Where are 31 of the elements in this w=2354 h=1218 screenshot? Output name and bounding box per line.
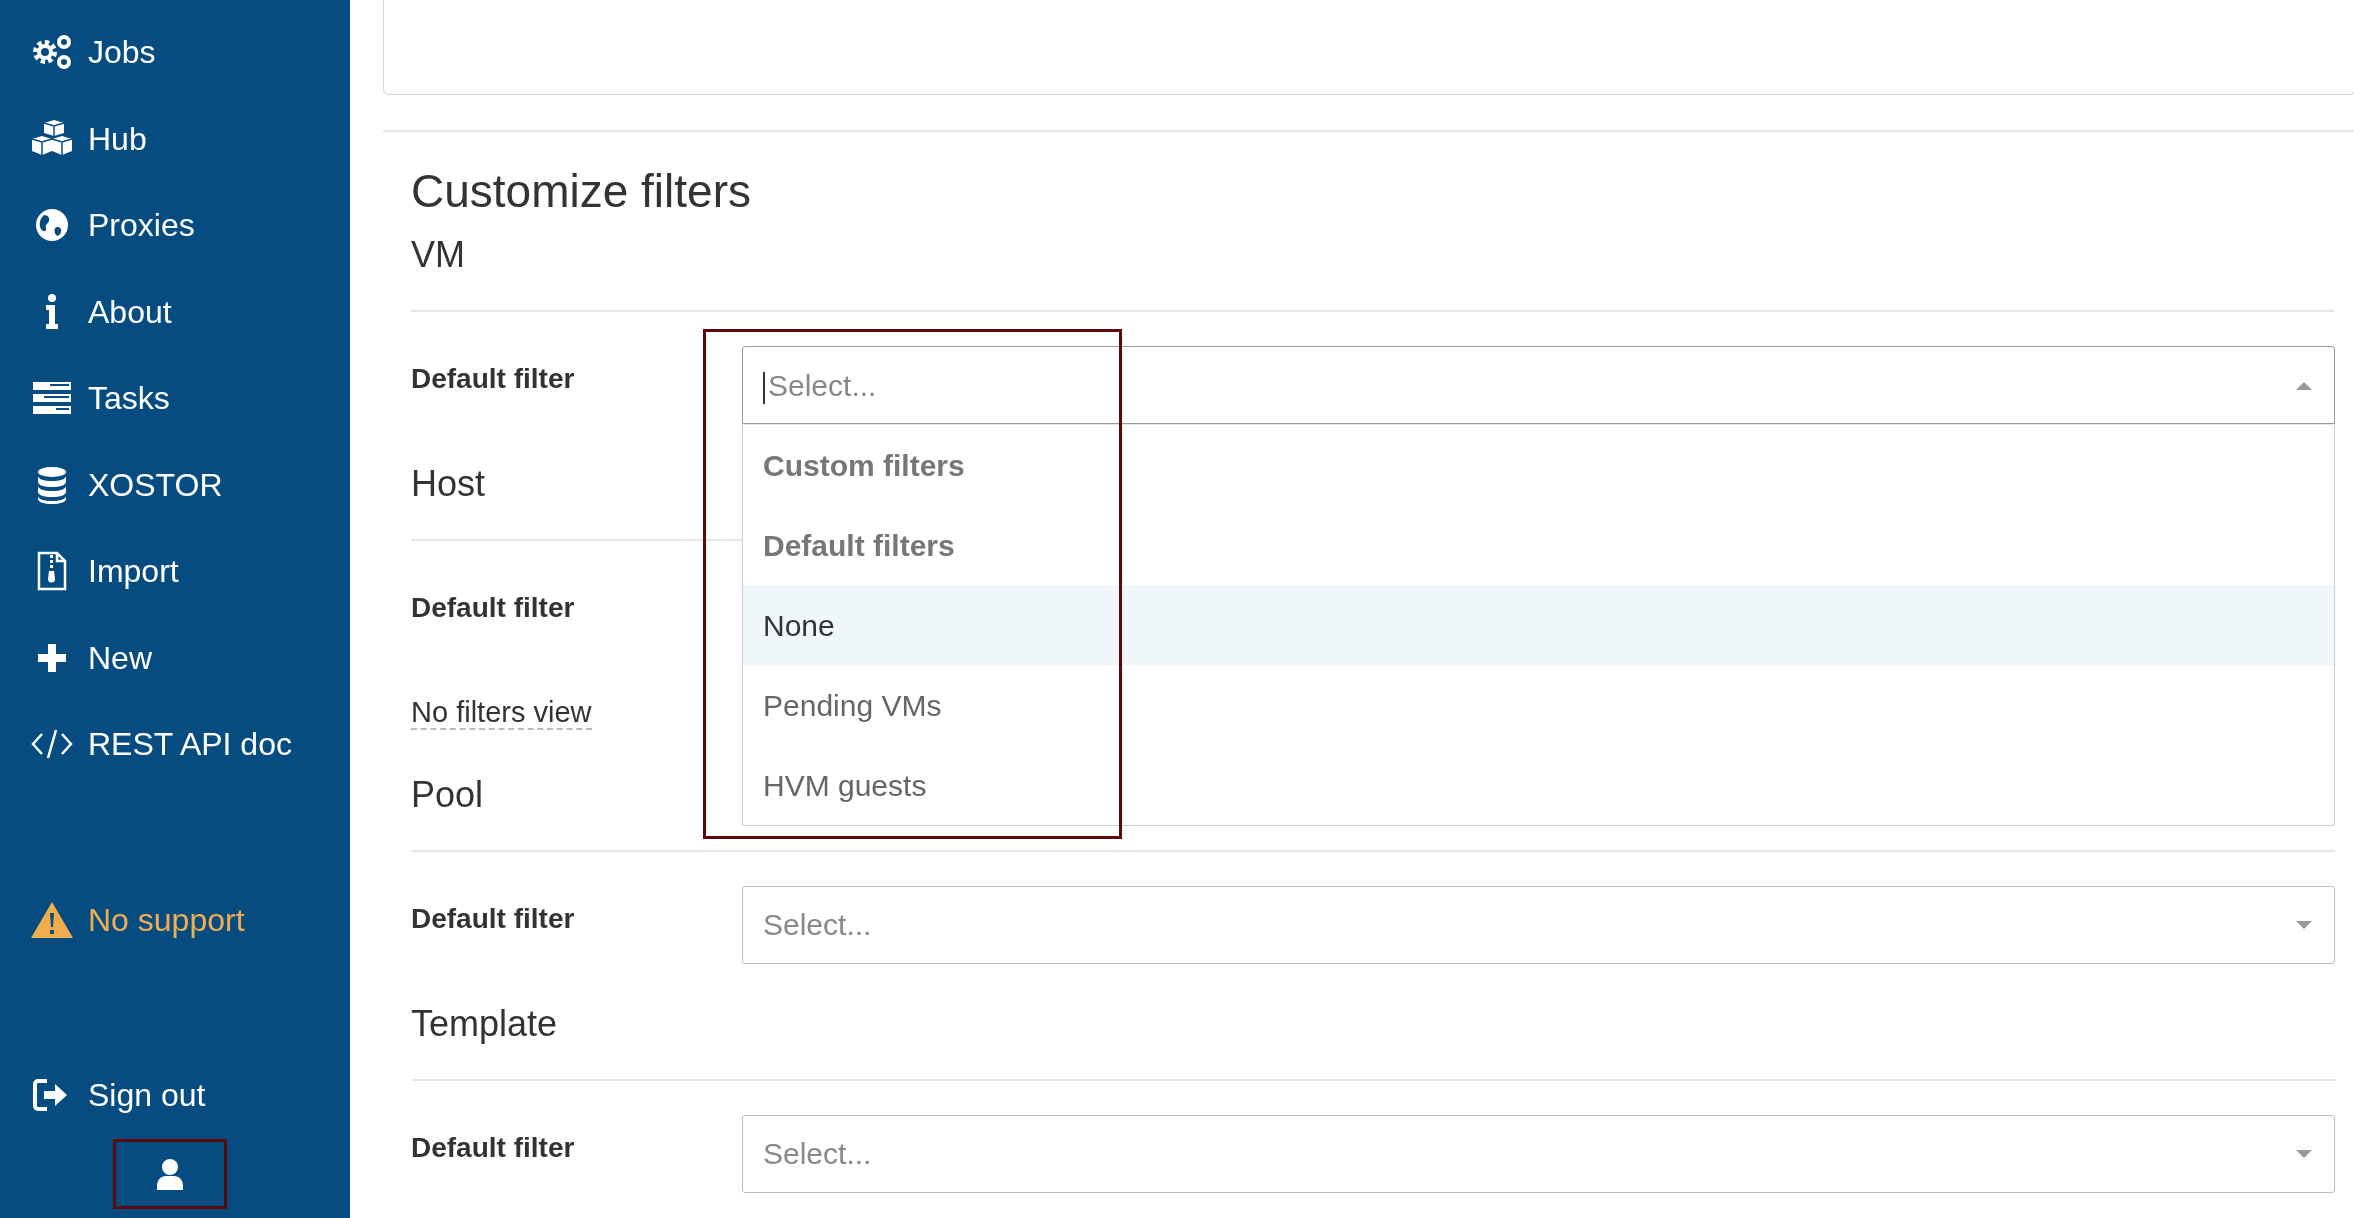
field-label: Default filter [411, 901, 576, 936]
select-field[interactable]: Select... [742, 346, 2335, 424]
subsection-heading: VM [411, 233, 465, 277]
sidebar-item[interactable]: New [0, 614, 350, 701]
sidebar-item[interactable]: Import [0, 528, 350, 615]
dropdown-option[interactable]: None [743, 585, 2334, 665]
support-link[interactable]: No support [0, 876, 350, 963]
subsection-heading: Template [411, 1001, 558, 1046]
field-label: Default filter [411, 1130, 576, 1165]
sidebar-item[interactable]: Hub [0, 95, 350, 182]
subsection-heading: Host [411, 462, 486, 506]
sign-out-link[interactable]: Sign out [0, 1052, 350, 1139]
user-icon[interactable] [155, 1157, 185, 1190]
sidebar-item[interactable]: REST API doc [0, 701, 350, 788]
field-label: Default filter [411, 362, 576, 396]
info-icon [44, 293, 60, 331]
select-field[interactable]: Select... [742, 885, 2335, 964]
sidebar-item[interactable]: XOSTOR [0, 441, 350, 528]
sidebar-item[interactable]: About [0, 268, 350, 355]
option-group-header: Default filters [762, 527, 956, 564]
sidebar-item[interactable]: Tasks [0, 355, 350, 442]
option-group-header: Custom filters [762, 447, 966, 484]
select-field[interactable]: Select... [742, 1114, 2335, 1193]
sidebar-item[interactable]: Jobs [0, 9, 350, 96]
dropdown-option[interactable]: HVM guests [743, 745, 2334, 825]
section-heading: Customize filters [411, 164, 751, 219]
subsection-heading: Pool [411, 772, 484, 817]
field-label: Default filter [411, 591, 576, 625]
sidebar-item[interactable]: Proxies [0, 182, 350, 269]
dropdown-option[interactable]: Pending VMs [743, 665, 2334, 745]
no-filters-link[interactable]: No filters view [411, 696, 592, 730]
